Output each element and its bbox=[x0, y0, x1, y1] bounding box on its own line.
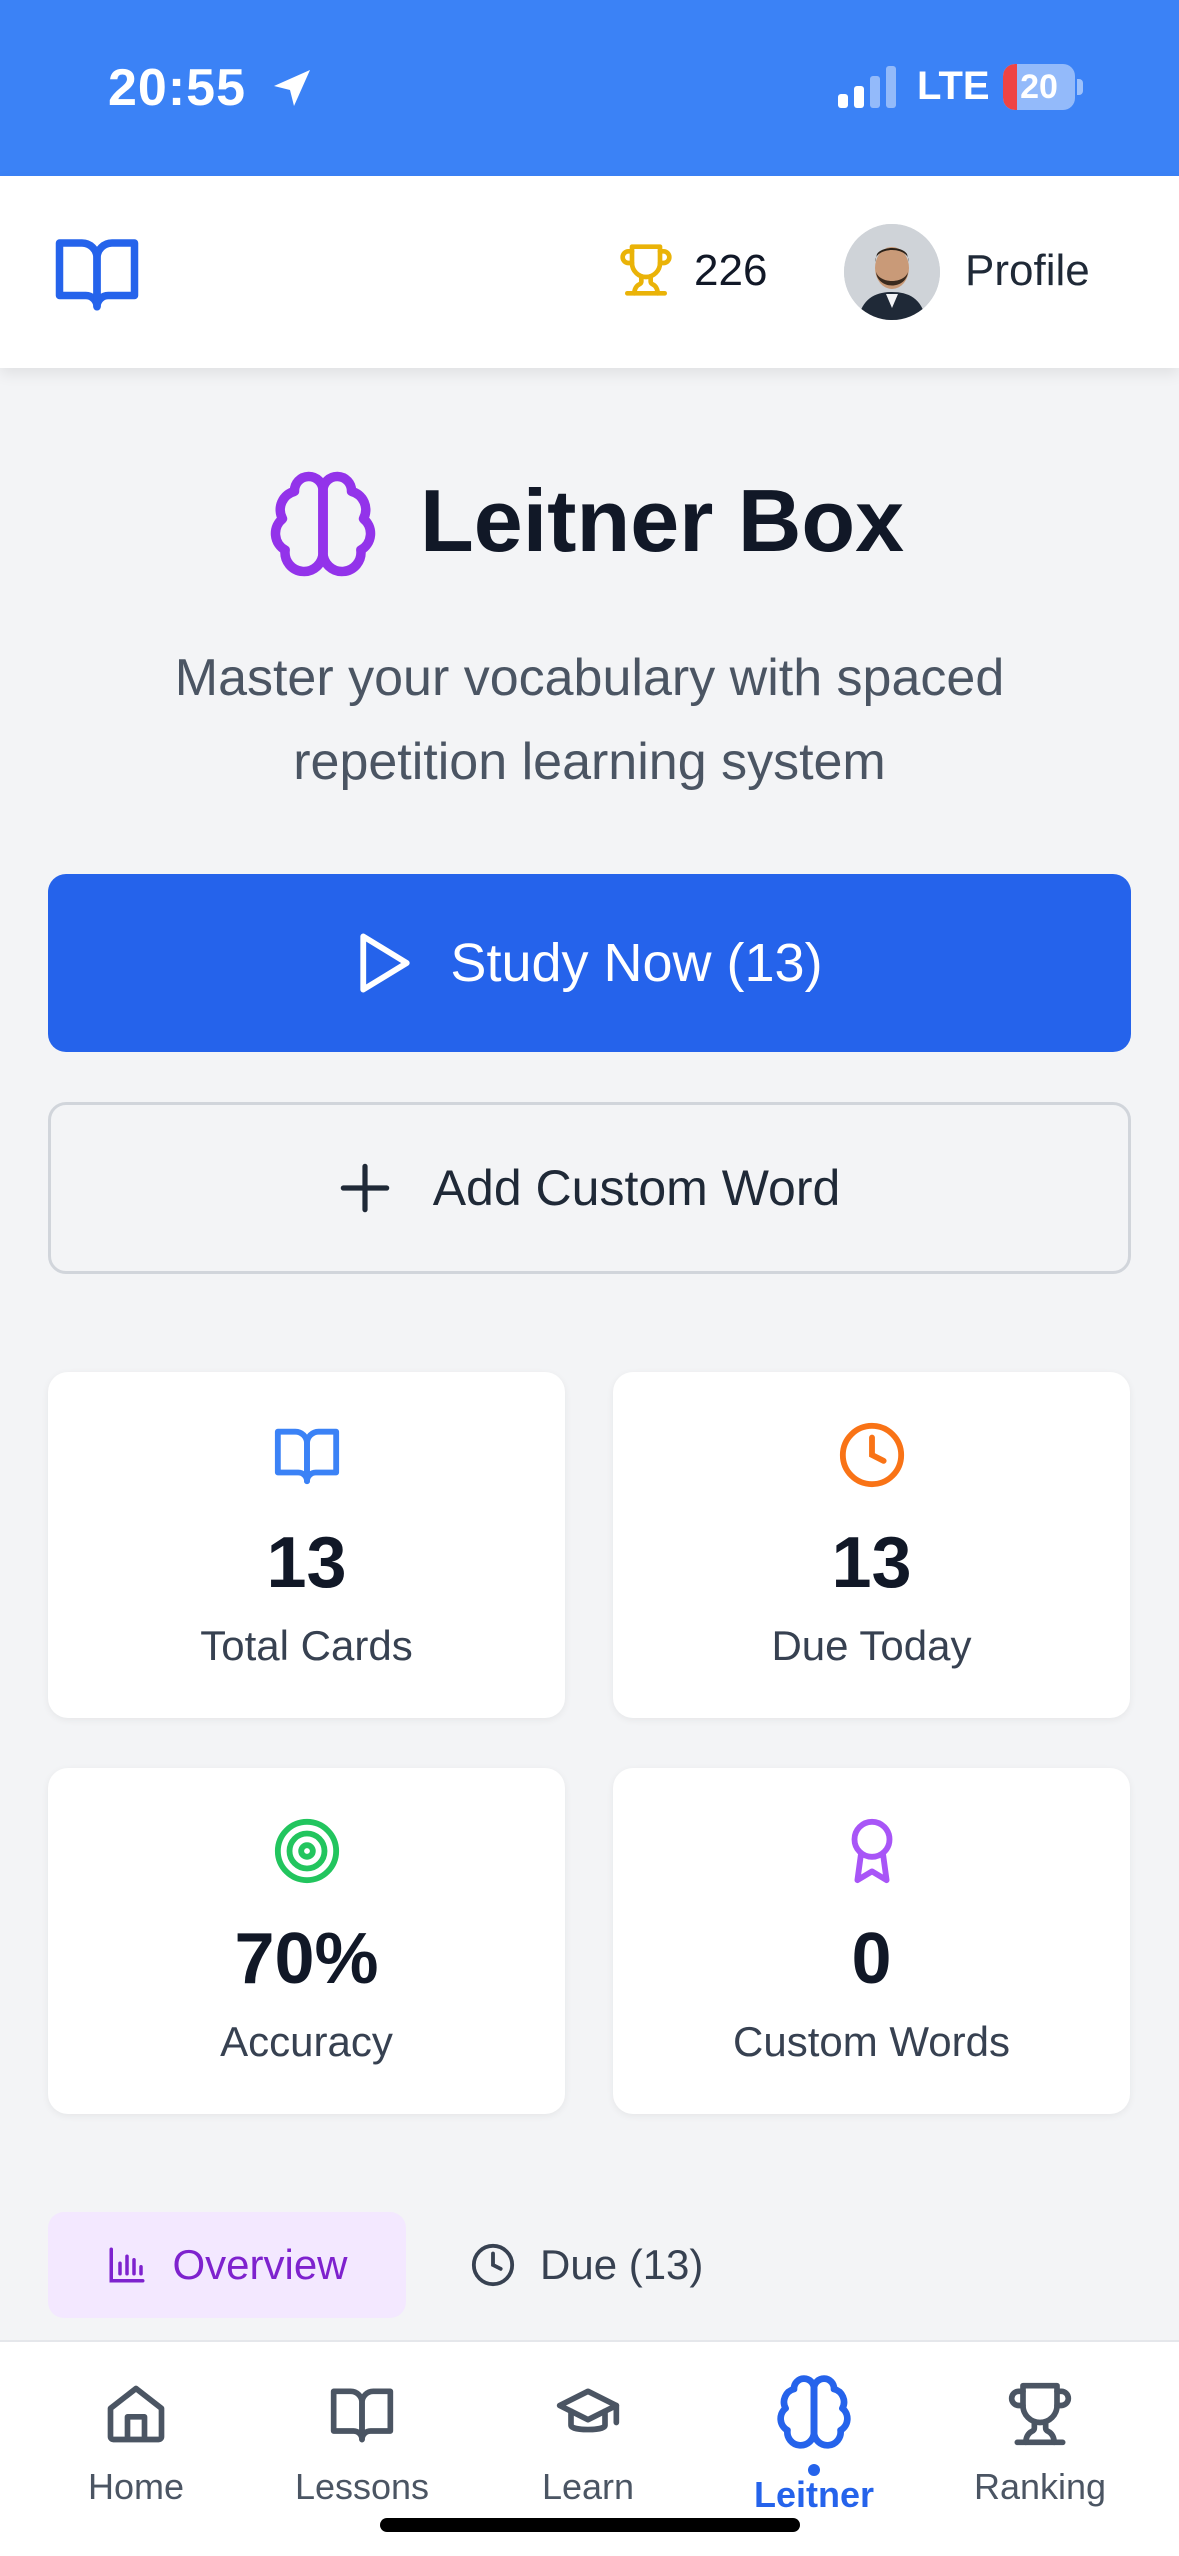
points-value: 226 bbox=[694, 246, 768, 295]
profile-link[interactable]: Profile bbox=[965, 246, 1090, 296]
add-custom-word-button[interactable]: Add Custom Word bbox=[48, 1102, 1131, 1274]
nav-label: Home bbox=[87, 2466, 185, 2507]
stat-card-custom-words: 0 Custom Words bbox=[613, 1768, 1130, 2114]
battery-percent: 20 bbox=[1020, 68, 1058, 106]
bar-chart-icon bbox=[109, 2247, 145, 2283]
nav-item-lessons[interactable]: Lessons bbox=[262, 2342, 462, 2542]
page-subtitle: Master your vocabulary with spaced repet… bbox=[174, 649, 1005, 791]
location-arrow-icon bbox=[274, 70, 310, 106]
add-custom-word-label: Add Custom Word bbox=[432, 1160, 841, 1216]
network-label: LTE bbox=[917, 64, 990, 108]
stat-card-accuracy: 70% Accuracy bbox=[48, 1768, 565, 2114]
award-icon bbox=[851, 1818, 893, 1884]
home-indicator[interactable] bbox=[380, 2518, 800, 2532]
stat-value: 13 bbox=[831, 1523, 912, 1603]
graduation-cap-icon bbox=[556, 2388, 620, 2433]
avatar[interactable] bbox=[844, 224, 940, 320]
nav-label: Lessons bbox=[294, 2466, 430, 2507]
avatar-photo bbox=[844, 224, 940, 320]
brain-icon bbox=[270, 471, 376, 577]
tab-due[interactable]: Due (13) bbox=[470, 2212, 750, 2318]
status-time: 20:55 bbox=[108, 59, 246, 117]
stat-card-total-cards: 13 Total Cards bbox=[48, 1372, 565, 1718]
stat-value: 0 bbox=[851, 1919, 892, 1999]
plus-icon bbox=[340, 1163, 389, 1213]
study-now-label: Study Now (13) bbox=[450, 933, 823, 993]
stat-label: Due Today bbox=[771, 1622, 972, 1669]
stat-value: 70% bbox=[234, 1919, 379, 1999]
nav-label: Ranking bbox=[973, 2466, 1107, 2507]
tab-overview-label: Overview bbox=[172, 2241, 348, 2288]
nav-item-ranking[interactable]: Ranking bbox=[940, 2342, 1140, 2542]
target-icon bbox=[274, 1818, 340, 1884]
tab-due-label: Due (13) bbox=[540, 2241, 704, 2288]
book-open-icon bbox=[330, 2388, 394, 2443]
battery-indicator: 20 bbox=[1003, 64, 1083, 110]
brain-icon bbox=[777, 2375, 851, 2449]
nav-item-learn[interactable]: Learn bbox=[488, 2342, 688, 2542]
study-now-button[interactable]: Study Now (13) bbox=[48, 874, 1131, 1052]
stat-label: Accuracy bbox=[220, 2018, 393, 2065]
play-icon bbox=[360, 933, 411, 993]
tab-overview[interactable]: Overview bbox=[48, 2212, 406, 2318]
nav-item-leitner[interactable]: Leitner bbox=[714, 2342, 914, 2542]
stat-card-due-today: 13 Due Today bbox=[613, 1372, 1130, 1718]
status-bar: 20:55 LTE 20 bbox=[0, 0, 1179, 176]
home-icon bbox=[107, 2385, 165, 2443]
nav-item-home[interactable]: Home bbox=[36, 2342, 236, 2542]
signal-icon bbox=[838, 66, 896, 108]
stat-label: Custom Words bbox=[733, 2018, 1010, 2065]
book-open-icon[interactable] bbox=[50, 228, 144, 318]
page-title: Leitner Box bbox=[420, 471, 905, 570]
clock-icon bbox=[471, 2243, 515, 2287]
trophy-icon bbox=[620, 244, 672, 296]
app-header: 226 Profile bbox=[0, 176, 1179, 368]
stat-label: Total Cards bbox=[200, 1622, 413, 1669]
book-open-icon bbox=[274, 1428, 340, 1485]
nav-label: Leitner bbox=[753, 2474, 875, 2515]
trophy-icon bbox=[1008, 2382, 1072, 2446]
nav-label: Learn bbox=[541, 2466, 635, 2507]
clock-icon bbox=[839, 1422, 905, 1488]
stat-value: 13 bbox=[266, 1523, 347, 1603]
